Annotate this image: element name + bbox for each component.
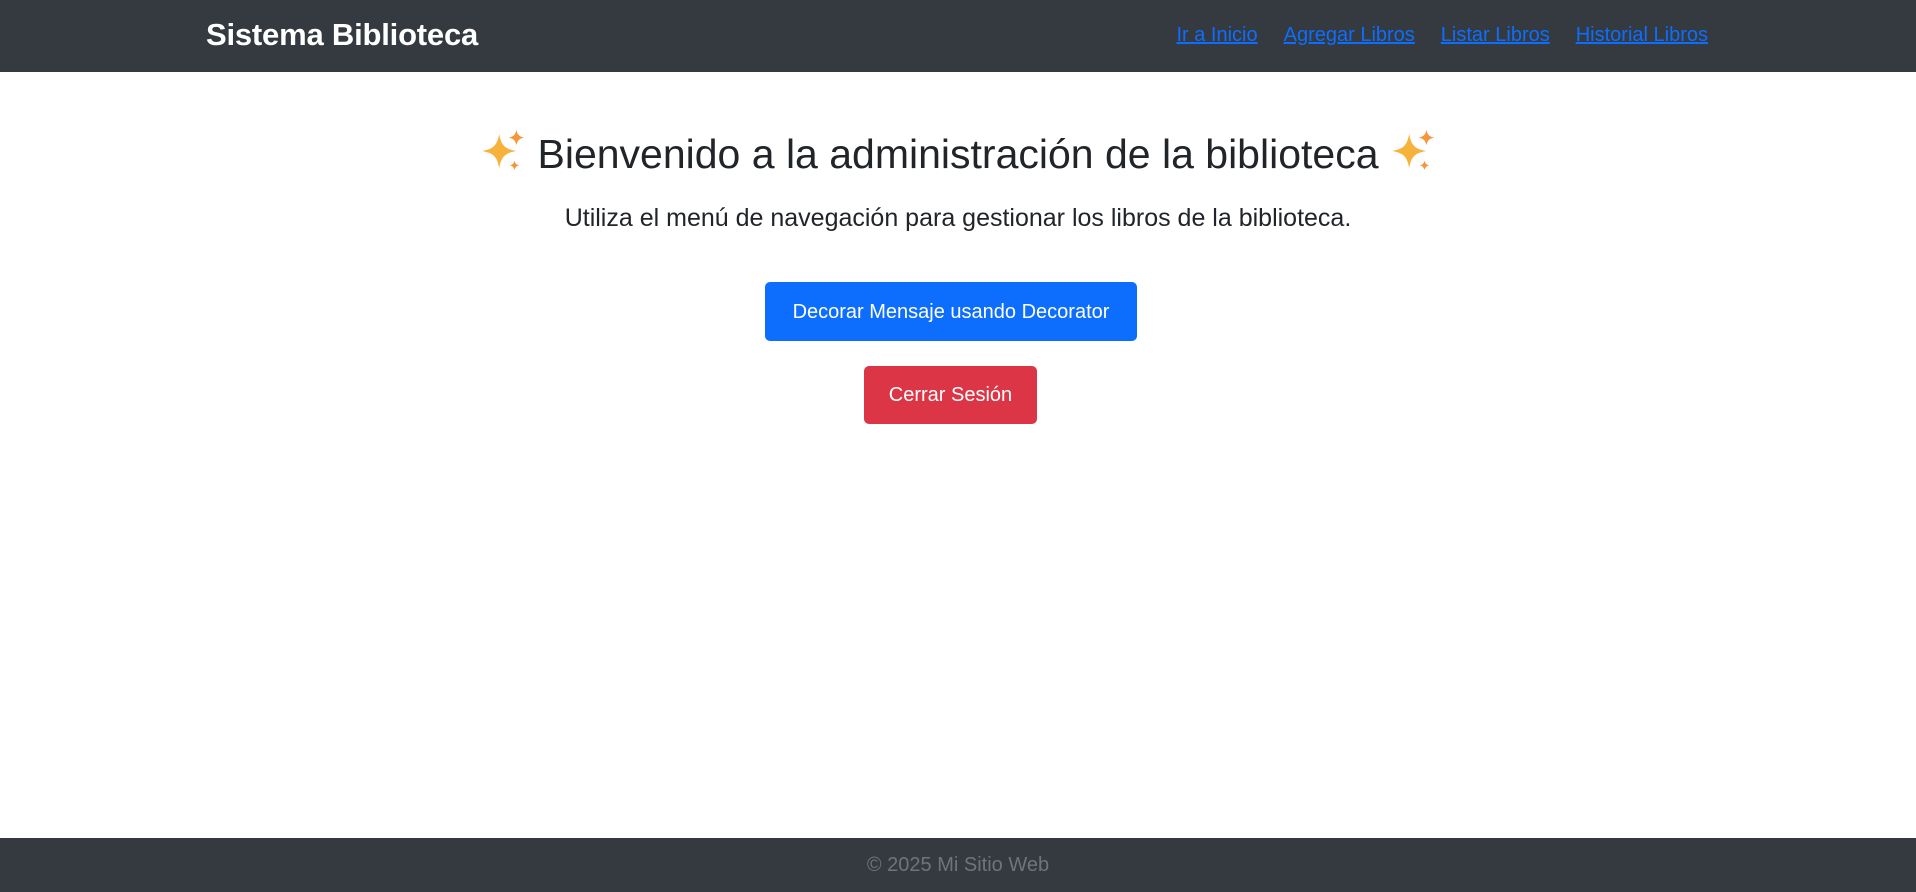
footer-copyright: © 2025 Mi Sitio Web [866, 854, 1050, 876]
navbar: Sistema Biblioteca Ir a Inicio Agregar L… [0, 0, 1916, 72]
sparkles-icon [481, 129, 525, 171]
page-title-text: Bienvenido a la administración de la bib… [537, 131, 1379, 177]
page: Sistema Biblioteca Ir a Inicio Agregar L… [0, 0, 1916, 892]
decorate-message-button[interactable]: Decorar Mensaje usando Decorator [765, 282, 1137, 341]
sparkles-icon [1391, 129, 1435, 171]
navbar-brand[interactable]: Sistema Biblioteca [206, 16, 478, 54]
nav-link-historial-libros[interactable]: Historial Libros [1576, 22, 1708, 48]
footer: © 2025 Mi Sitio Web [0, 838, 1916, 892]
main-content: Bienvenido a la administración de la bib… [0, 72, 1916, 838]
nav-link-inicio[interactable]: Ir a Inicio [1176, 22, 1257, 48]
nav-link-listar-libros[interactable]: Listar Libros [1441, 22, 1550, 48]
page-title: Bienvenido a la administración de la bib… [0, 128, 1916, 180]
page-subtitle: Utiliza el menú de navegación para gesti… [564, 204, 1352, 232]
nav-links: Ir a Inicio Agregar Libros Listar Libros… [1176, 22, 1708, 48]
nav-link-agregar-libros[interactable]: Agregar Libros [1284, 22, 1415, 48]
logout-button[interactable]: Cerrar Sesión [864, 366, 1037, 424]
